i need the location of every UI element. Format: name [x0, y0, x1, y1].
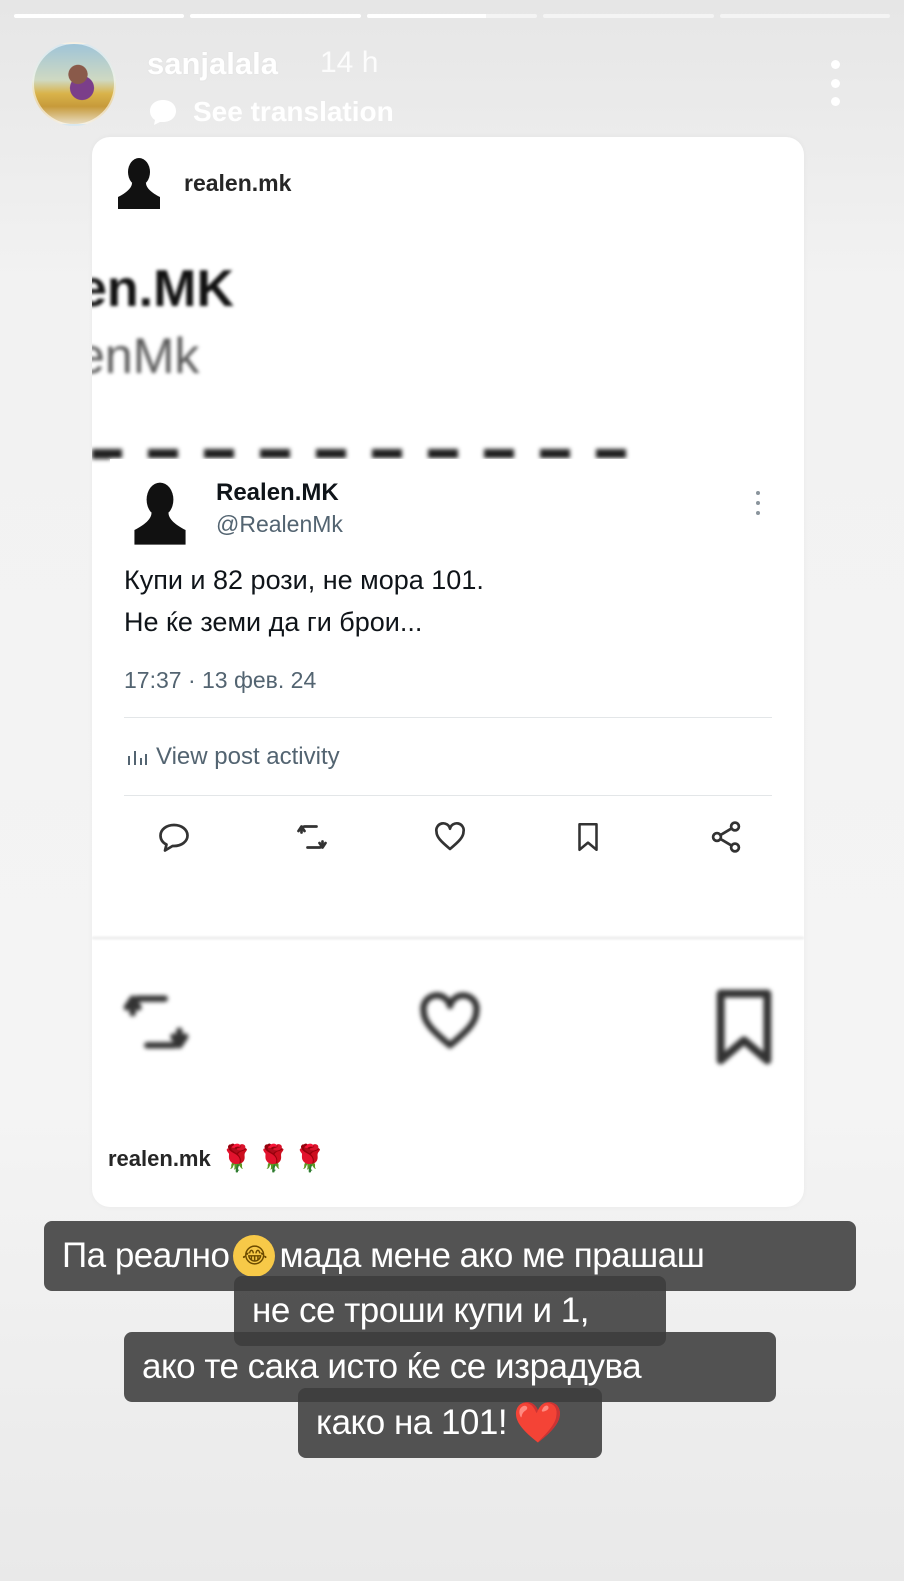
- caption-username: realen.mk: [108, 1145, 211, 1171]
- progress-segment: [719, 14, 891, 18]
- retweet-icon: [123, 995, 189, 1049]
- tweet-divider: [124, 717, 772, 718]
- blurred-display-name: en.MK: [92, 260, 234, 318]
- blurred-actions: [92, 987, 804, 1067]
- story-text-part: не се троши купи и 1,: [252, 1291, 589, 1330]
- tweet-divider: [124, 795, 772, 796]
- bookmark-icon: [716, 989, 772, 1065]
- blurred-handle: lenMk: [92, 328, 200, 384]
- profile-silhouette-icon: [134, 482, 186, 545]
- user-avatar[interactable]: [32, 42, 116, 126]
- laughing-emoji: 😂: [233, 1235, 276, 1277]
- post-caption: realen.mk 🌹🌹🌹: [108, 1143, 330, 1174]
- tweet-more-icon: [755, 491, 761, 515]
- story-text-part: ако те сака исто ќе се израдува: [142, 1347, 642, 1386]
- retweet-icon: [290, 815, 334, 859]
- tweet-screenshot: Realen.MK @RealenMk Купи и 82 рози, не м…: [110, 459, 774, 883]
- progress-segment-current: [366, 14, 538, 18]
- tweet-timestamp: 17:37 · 13 фев. 24: [124, 667, 317, 693]
- more-vertical-icon[interactable]: [820, 60, 850, 106]
- view-post-activity-label: View post activity: [156, 743, 340, 770]
- bar-chart-icon: [128, 751, 147, 765]
- share-icon: [704, 815, 748, 859]
- progress-segment: [14, 14, 185, 18]
- profile-silhouette-icon: [118, 158, 160, 209]
- reply-icon: [152, 815, 196, 859]
- progress-segment: [543, 14, 714, 18]
- heart-emoji: ❤️: [513, 1401, 563, 1445]
- story-text-part: како на 101!: [316, 1403, 508, 1442]
- bookmark-icon: [566, 815, 610, 859]
- shared-post-card[interactable]: en.MK lenMk realen.mk Realen.MK @: [92, 137, 804, 1207]
- story-text-part: Па реално: [62, 1236, 230, 1275]
- tweet-handle: @RealenMk: [216, 511, 343, 537]
- see-translation-button[interactable]: See translation: [147, 96, 394, 128]
- like-icon: [420, 992, 480, 1049]
- view-post-activity: View post activity: [126, 743, 340, 771]
- tweet-actions: [110, 815, 774, 859]
- blurred-divider: [92, 937, 804, 939]
- blurred-text-line: [92, 449, 632, 459]
- story-text-line-4: како на 101! ❤️: [298, 1388, 602, 1458]
- tweet-body-line: Купи и 82 рози, не мора 101.: [124, 565, 484, 595]
- story-username[interactable]: sanjalala: [147, 46, 278, 82]
- tweet-body: Купи и 82 рози, не мора 101. Не ќе земи …: [124, 559, 484, 643]
- translate-bubble-icon: [150, 100, 176, 125]
- story-time: 14 h: [320, 46, 379, 79]
- see-translation-label: See translation: [193, 96, 394, 127]
- story-progress: [14, 14, 891, 18]
- card-header[interactable]: realen.mk: [116, 157, 291, 209]
- progress-segment: [190, 14, 361, 18]
- tweet-display-name: Realen.MK: [216, 479, 339, 506]
- rose-emoji: 🌹🌹🌹: [220, 1143, 330, 1173]
- tweet-body-line: Не ќе земи да ги брои...: [124, 607, 423, 637]
- card-username: realen.mk: [184, 169, 292, 196]
- like-icon: [428, 815, 472, 859]
